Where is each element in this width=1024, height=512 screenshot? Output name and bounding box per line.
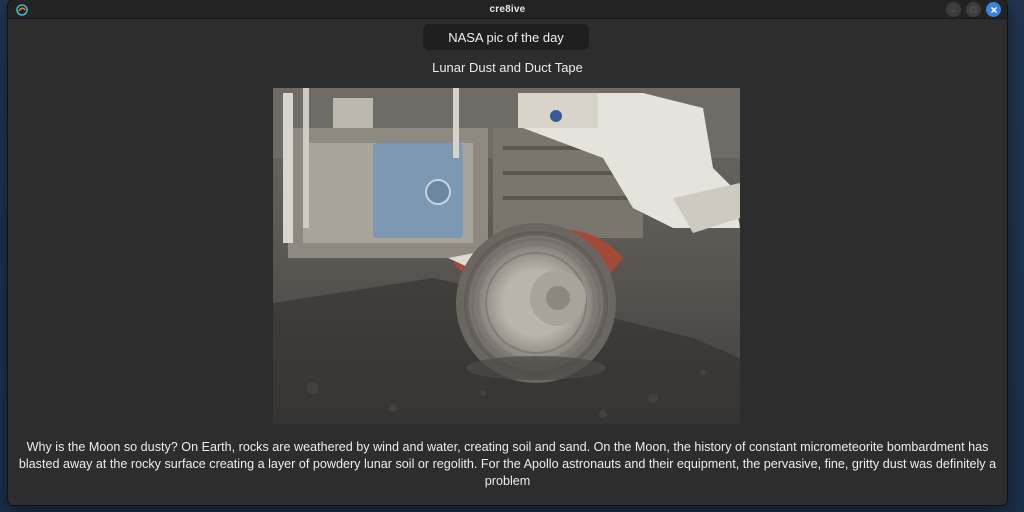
minimize-button[interactable] bbox=[946, 2, 961, 17]
picture-description: Why is the Moon so dusty? On Earth, rock… bbox=[18, 440, 997, 488]
nasa-pic-button[interactable]: NASA pic of the day bbox=[423, 24, 589, 50]
app-logo-icon bbox=[16, 3, 28, 16]
apollo-rover-photo bbox=[273, 88, 740, 424]
main-content: NASA pic of the day Lunar Dust and Duct … bbox=[8, 19, 1007, 505]
maximize-button[interactable] bbox=[966, 2, 981, 17]
window-controls bbox=[946, 2, 1001, 17]
picture-title: Lunar Dust and Duct Tape bbox=[432, 60, 583, 75]
minimize-icon bbox=[951, 10, 956, 12]
app-window: cre8ive NASA pic of the day Lunar Dust a… bbox=[8, 0, 1007, 505]
window-title: cre8ive bbox=[489, 3, 526, 15]
close-icon bbox=[990, 6, 997, 13]
desktop: cre8ive NASA pic of the day Lunar Dust a… bbox=[0, 0, 1024, 512]
close-button[interactable] bbox=[986, 2, 1001, 17]
maximize-icon bbox=[970, 6, 977, 13]
photo-illustration bbox=[273, 88, 740, 424]
titlebar[interactable]: cre8ive bbox=[8, 0, 1007, 19]
